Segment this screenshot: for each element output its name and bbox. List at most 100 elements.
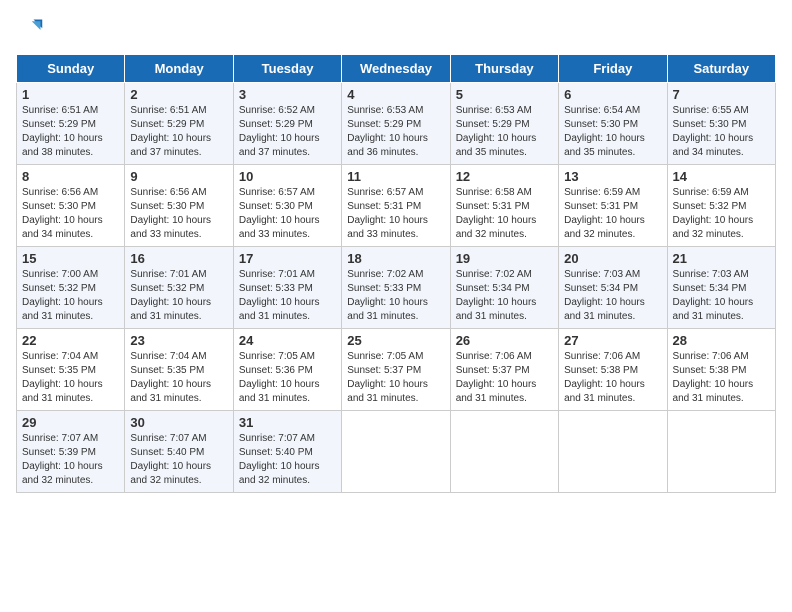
day-number: 5 (456, 87, 553, 102)
calendar-cell: 1 Sunrise: 6:51 AMSunset: 5:29 PMDaylight… (17, 83, 125, 165)
logo-icon (16, 16, 44, 44)
calendar-cell: 10 Sunrise: 6:57 AMSunset: 5:30 PMDayligh… (233, 165, 341, 247)
day-number: 10 (239, 169, 336, 184)
day-number: 13 (564, 169, 661, 184)
calendar-table: SundayMondayTuesdayWednesdayThursdayFrid… (16, 54, 776, 493)
day-number: 20 (564, 251, 661, 266)
calendar-cell: 17 Sunrise: 7:01 AMSunset: 5:33 PMDayligh… (233, 247, 341, 329)
calendar-cell: 22 Sunrise: 7:04 AMSunset: 5:35 PMDayligh… (17, 329, 125, 411)
calendar-cell: 24 Sunrise: 7:05 AMSunset: 5:36 PMDayligh… (233, 329, 341, 411)
calendar-cell: 15 Sunrise: 7:00 AMSunset: 5:32 PMDayligh… (17, 247, 125, 329)
calendar-cell (559, 411, 667, 493)
calendar-cell: 7 Sunrise: 6:55 AMSunset: 5:30 PMDaylight… (667, 83, 775, 165)
day-info: Sunrise: 7:06 AMSunset: 5:38 PMDaylight:… (564, 350, 661, 406)
day-number: 2 (130, 87, 227, 102)
day-info: Sunrise: 7:07 AMSunset: 5:40 PMDaylight:… (130, 432, 227, 488)
day-number: 1 (22, 87, 119, 102)
calendar-cell: 29Sunrise: 7:07 AMSunset: 5:39 PMDayligh… (17, 411, 125, 493)
calendar-cell: 12Sunrise: 6:58 AMSunset: 5:31 PMDayligh… (450, 165, 558, 247)
day-of-week-header: Saturday (667, 55, 775, 83)
day-number: 24 (239, 333, 336, 348)
day-number: 23 (130, 333, 227, 348)
day-info: Sunrise: 6:55 AMSunset: 5:30 PMDaylight:… (673, 104, 770, 160)
day-info: Sunrise: 7:04 AMSunset: 5:35 PMDaylight:… (130, 350, 227, 406)
calendar-cell: 30 Sunrise: 7:07 AMSunset: 5:40 PMDayligh… (125, 411, 233, 493)
calendar-cell: 16 Sunrise: 7:01 AMSunset: 5:32 PMDayligh… (125, 247, 233, 329)
calendar-week-row: 1 Sunrise: 6:51 AMSunset: 5:29 PMDaylight… (17, 83, 776, 165)
day-number: 18 (347, 251, 444, 266)
day-info: Sunrise: 7:02 AMSunset: 5:33 PMDaylight:… (347, 268, 444, 324)
day-info: Sunrise: 7:06 AMSunset: 5:37 PMDaylight:… (456, 350, 553, 406)
day-info: Sunrise: 6:59 AMSunset: 5:31 PMDaylight:… (564, 186, 661, 242)
calendar-cell: 13 Sunrise: 6:59 AMSunset: 5:31 PMDayligh… (559, 165, 667, 247)
calendar-cell: 28Sunrise: 7:06 AMSunset: 5:38 PMDayligh… (667, 329, 775, 411)
calendar-cell: 31 Sunrise: 7:07 AMSunset: 5:40 PMDayligh… (233, 411, 341, 493)
day-number: 3 (239, 87, 336, 102)
day-number: 14 (673, 169, 770, 184)
day-number: 4 (347, 87, 444, 102)
day-number: 9 (130, 169, 227, 184)
calendar-cell: 4 Sunrise: 6:53 AMSunset: 5:29 PMDaylight… (342, 83, 450, 165)
day-of-week-header: Tuesday (233, 55, 341, 83)
calendar-cell: 2 Sunrise: 6:51 AMSunset: 5:29 PMDaylight… (125, 83, 233, 165)
calendar-cell: 20Sunrise: 7:03 AMSunset: 5:34 PMDayligh… (559, 247, 667, 329)
day-info: Sunrise: 6:54 AMSunset: 5:30 PMDaylight:… (564, 104, 661, 160)
day-info: Sunrise: 6:51 AMSunset: 5:29 PMDaylight:… (130, 104, 227, 160)
day-number: 17 (239, 251, 336, 266)
day-info: Sunrise: 7:04 AMSunset: 5:35 PMDaylight:… (22, 350, 119, 406)
header (16, 16, 776, 44)
calendar-cell: 5 Sunrise: 6:53 AMSunset: 5:29 PMDaylight… (450, 83, 558, 165)
calendar-cell: 26 Sunrise: 7:06 AMSunset: 5:37 PMDayligh… (450, 329, 558, 411)
day-number: 11 (347, 169, 444, 184)
calendar-week-row: 29Sunrise: 7:07 AMSunset: 5:39 PMDayligh… (17, 411, 776, 493)
calendar-week-row: 15 Sunrise: 7:00 AMSunset: 5:32 PMDayligh… (17, 247, 776, 329)
calendar-cell (667, 411, 775, 493)
calendar-cell: 21Sunrise: 7:03 AMSunset: 5:34 PMDayligh… (667, 247, 775, 329)
day-of-week-header: Wednesday (342, 55, 450, 83)
day-of-week-header: Monday (125, 55, 233, 83)
calendar-cell (342, 411, 450, 493)
day-info: Sunrise: 7:05 AMSunset: 5:37 PMDaylight:… (347, 350, 444, 406)
day-number: 7 (673, 87, 770, 102)
calendar-cell: 3 Sunrise: 6:52 AMSunset: 5:29 PMDaylight… (233, 83, 341, 165)
calendar-cell: 9 Sunrise: 6:56 AMSunset: 5:30 PMDaylight… (125, 165, 233, 247)
day-number: 28 (673, 333, 770, 348)
day-number: 6 (564, 87, 661, 102)
calendar-cell: 23 Sunrise: 7:04 AMSunset: 5:35 PMDayligh… (125, 329, 233, 411)
day-number: 16 (130, 251, 227, 266)
calendar-cell: 19 Sunrise: 7:02 AMSunset: 5:34 PMDayligh… (450, 247, 558, 329)
day-info: Sunrise: 7:03 AMSunset: 5:34 PMDaylight:… (673, 268, 770, 324)
day-info: Sunrise: 6:56 AMSunset: 5:30 PMDaylight:… (130, 186, 227, 242)
calendar-week-row: 22 Sunrise: 7:04 AMSunset: 5:35 PMDayligh… (17, 329, 776, 411)
day-info: Sunrise: 6:51 AMSunset: 5:29 PMDaylight:… (22, 104, 119, 160)
day-info: Sunrise: 6:57 AMSunset: 5:31 PMDaylight:… (347, 186, 444, 242)
day-info: Sunrise: 7:00 AMSunset: 5:32 PMDaylight:… (22, 268, 119, 324)
day-of-week-header: Thursday (450, 55, 558, 83)
day-info: Sunrise: 6:53 AMSunset: 5:29 PMDaylight:… (347, 104, 444, 160)
day-number: 15 (22, 251, 119, 266)
day-number: 8 (22, 169, 119, 184)
day-number: 19 (456, 251, 553, 266)
day-number: 25 (347, 333, 444, 348)
day-info: Sunrise: 6:59 AMSunset: 5:32 PMDaylight:… (673, 186, 770, 242)
day-info: Sunrise: 7:02 AMSunset: 5:34 PMDaylight:… (456, 268, 553, 324)
day-info: Sunrise: 7:01 AMSunset: 5:33 PMDaylight:… (239, 268, 336, 324)
day-info: Sunrise: 6:52 AMSunset: 5:29 PMDaylight:… (239, 104, 336, 160)
calendar-header-row: SundayMondayTuesdayWednesdayThursdayFrid… (17, 55, 776, 83)
day-info: Sunrise: 6:56 AMSunset: 5:30 PMDaylight:… (22, 186, 119, 242)
day-info: Sunrise: 7:05 AMSunset: 5:36 PMDaylight:… (239, 350, 336, 406)
day-number: 30 (130, 415, 227, 430)
day-info: Sunrise: 7:07 AMSunset: 5:40 PMDaylight:… (239, 432, 336, 488)
day-number: 31 (239, 415, 336, 430)
day-info: Sunrise: 7:01 AMSunset: 5:32 PMDaylight:… (130, 268, 227, 324)
day-info: Sunrise: 7:07 AMSunset: 5:39 PMDaylight:… (22, 432, 119, 488)
day-number: 26 (456, 333, 553, 348)
calendar-cell: 25 Sunrise: 7:05 AMSunset: 5:37 PMDayligh… (342, 329, 450, 411)
calendar-cell: 18 Sunrise: 7:02 AMSunset: 5:33 PMDayligh… (342, 247, 450, 329)
calendar-week-row: 8 Sunrise: 6:56 AMSunset: 5:30 PMDaylight… (17, 165, 776, 247)
day-info: Sunrise: 6:57 AMSunset: 5:30 PMDaylight:… (239, 186, 336, 242)
day-info: Sunrise: 6:58 AMSunset: 5:31 PMDaylight:… (456, 186, 553, 242)
day-number: 22 (22, 333, 119, 348)
calendar-cell: 27Sunrise: 7:06 AMSunset: 5:38 PMDayligh… (559, 329, 667, 411)
day-info: Sunrise: 6:53 AMSunset: 5:29 PMDaylight:… (456, 104, 553, 160)
